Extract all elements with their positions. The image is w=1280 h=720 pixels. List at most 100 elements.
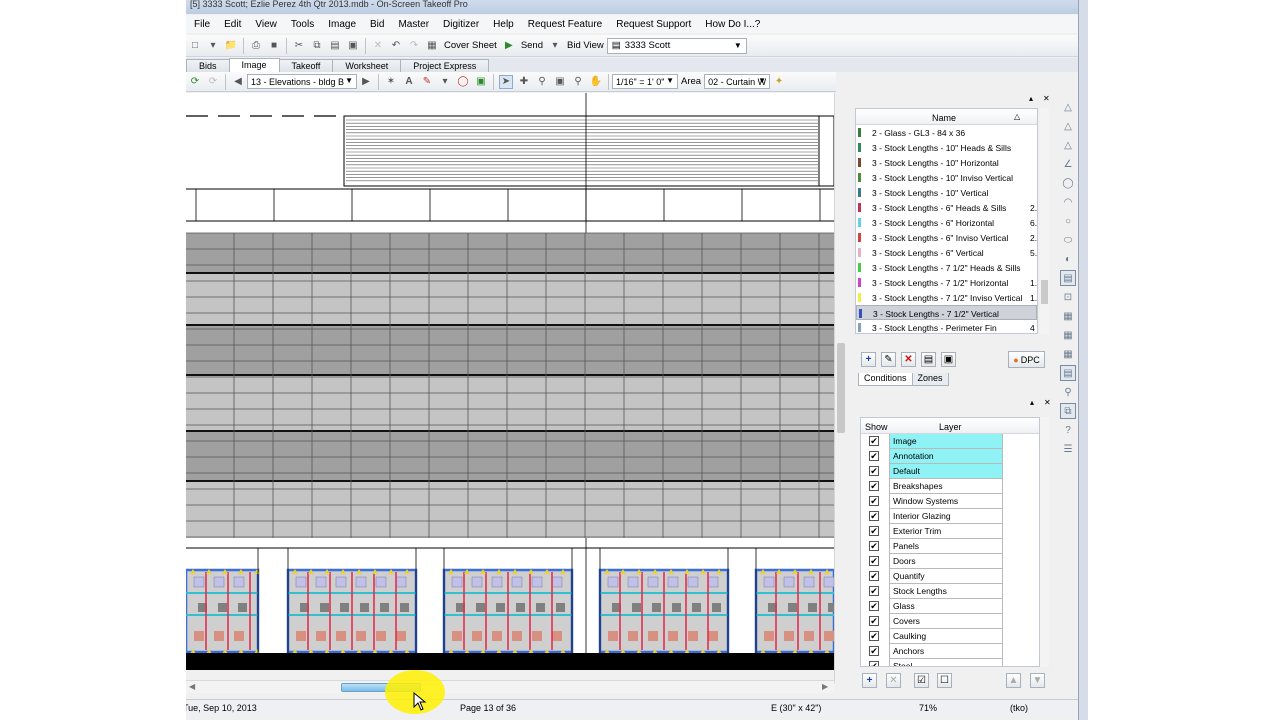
area-select[interactable]: 02 - Curtain W ▼ <box>704 74 771 89</box>
scroll-right-icon[interactable]: ▶ <box>822 682 828 691</box>
layer-visible-checkbox[interactable]: ✔ <box>869 541 879 551</box>
split-tool-icon[interactable]: ◐ <box>1060 251 1076 267</box>
canvas-vertical-scrollbar[interactable] <box>834 93 846 683</box>
condition-row[interactable]: 3 - Stock Lengths - 6" Vertical 5. <box>856 245 1037 260</box>
crop-tool-icon[interactable]: ⊡ <box>1060 289 1076 305</box>
page-select[interactable]: 13 - Elevations - bldg B ▼ <box>247 74 357 89</box>
undo-icon[interactable]: ↶ <box>389 39 403 53</box>
scroll-thumb[interactable] <box>1041 280 1048 304</box>
cover-sheet-button[interactable]: Cover Sheet <box>444 40 497 51</box>
condition-row[interactable]: 3 - Stock Lengths - Perimeter Fin 4 <box>856 320 1037 333</box>
layer-row[interactable]: ✔ Breakshapes <box>861 479 1039 494</box>
panel-tool-icon[interactable]: ▤ <box>1060 270 1076 286</box>
paste-icon[interactable]: ▤ <box>328 39 342 53</box>
layer-visible-checkbox[interactable]: ✔ <box>869 646 879 656</box>
delete-icon[interactable]: ✕ <box>371 39 385 53</box>
layer-row[interactable]: ✔ Image <box>861 434 1039 449</box>
layer-row[interactable]: ✔ Default <box>861 464 1039 479</box>
condition-row[interactable]: 2 - Glass - GL3 - 84 x 36 <box>856 125 1037 140</box>
condition-row[interactable]: 3 - Stock Lengths - 6" Heads & Sills 2. <box>856 200 1037 215</box>
arc-tool-icon[interactable]: ◠ <box>1060 194 1076 210</box>
grid-tool-icon[interactable]: ▦ <box>1060 308 1076 324</box>
layer-row[interactable]: ✔ Glass <box>861 599 1039 614</box>
refresh-icon[interactable]: ⟳ <box>188 75 202 89</box>
menu-bid[interactable]: Bid <box>363 19 391 30</box>
stop-icon[interactable]: ⟳ <box>206 75 220 89</box>
layers-scrollbar[interactable] <box>1040 417 1049 667</box>
circle-tool-icon[interactable]: ○ <box>1060 213 1076 229</box>
layer-visible-checkbox[interactable]: ✔ <box>869 436 879 446</box>
annotation-tools-icon[interactable]: ✶ <box>384 75 398 89</box>
layer-row[interactable]: ✔ Doors <box>861 554 1039 569</box>
new-icon[interactable]: □ <box>188 39 202 53</box>
scroll-left-icon[interactable]: ◀ <box>189 682 195 691</box>
scale-tool-icon[interactable]: ▦ <box>1060 346 1076 362</box>
measure-count-icon[interactable]: △ <box>1060 137 1076 153</box>
help-icon[interactable]: ? <box>1060 422 1076 438</box>
layer-visible-checkbox[interactable]: ✔ <box>869 601 879 611</box>
condition-row[interactable]: 3 - Stock Lengths - 10" Heads & Sills <box>856 140 1037 155</box>
print-icon[interactable]: ⎙ <box>249 39 263 53</box>
pin-icon[interactable]: ▴ <box>1029 94 1033 103</box>
drawing-canvas[interactable] <box>186 93 834 670</box>
canvas-horizontal-scrollbar[interactable]: ◀ ▶ <box>186 680 834 693</box>
send-icon[interactable]: ▶ <box>502 39 516 53</box>
layer-visible-checkbox[interactable]: ✔ <box>869 466 879 476</box>
layer-visible-checkbox[interactable]: ✔ <box>869 631 879 641</box>
layer-visible-checkbox[interactable]: ✔ <box>869 451 879 461</box>
redo-icon[interactable]: ↷ <box>407 39 421 53</box>
layer-row[interactable]: ✔ Interior Glazing <box>861 509 1039 524</box>
hotlink-icon[interactable]: ▣ <box>474 75 488 89</box>
crosshair-icon[interactable]: ✚ <box>517 75 531 89</box>
layer-visible-checkbox[interactable]: ✔ <box>869 661 879 666</box>
menu-tools[interactable]: Tools <box>284 19 321 30</box>
layer-row[interactable]: ✔ Annotation <box>861 449 1039 464</box>
paste-special-icon[interactable]: ▣ <box>346 39 360 53</box>
search-tool-icon[interactable]: ⚲ <box>1060 384 1076 400</box>
zoom-fit-icon[interactable]: ▣ <box>553 75 567 89</box>
layer-row[interactable]: ✔ Caulking <box>861 629 1039 644</box>
dpc-button[interactable]: ● DPC <box>1008 351 1045 368</box>
layer-visible-checkbox[interactable]: ✔ <box>869 556 879 566</box>
layers-toggle-icon[interactable]: ▤ <box>1060 365 1076 381</box>
menu-edit[interactable]: Edit <box>217 19 248 30</box>
move-up-button[interactable]: ▲ <box>1006 673 1021 688</box>
tab-project-express[interactable]: Project Express <box>400 59 490 72</box>
layer-row[interactable]: ✔ Covers <box>861 614 1039 629</box>
move-down-button[interactable]: ▼ <box>1030 673 1045 688</box>
layer-row[interactable]: ✔ Steel <box>861 659 1039 666</box>
layer-visible-checkbox[interactable]: ✔ <box>869 526 879 536</box>
condition-row[interactable]: 3 - Stock Lengths - 7 1/2" Vertical <box>856 305 1037 320</box>
layer-visible-checkbox[interactable]: ✔ <box>869 571 879 581</box>
layer-row[interactable]: ✔ Panels <box>861 539 1039 554</box>
condition-row[interactable]: 3 - Stock Lengths - 7 1/2" Inviso Vertic… <box>856 290 1037 305</box>
conditions-scrollbar[interactable] <box>1040 108 1049 334</box>
layer-row[interactable]: ✔ Anchors <box>861 644 1039 659</box>
layer-row[interactable]: ✔ Stock Lengths <box>861 584 1039 599</box>
print-preview-icon[interactable]: ■ <box>267 39 281 53</box>
close-icon[interactable]: ✕ <box>1043 94 1050 103</box>
next-page-icon[interactable]: ▶ <box>359 75 373 89</box>
condition-row[interactable]: 3 - Stock Lengths - 7 1/2" Horizontal 1. <box>856 275 1037 290</box>
condition-row[interactable]: 3 - Stock Lengths - 10" Vertical <box>856 185 1037 200</box>
dropdown-icon[interactable]: ▾ <box>206 39 220 53</box>
condition-folder-button[interactable]: ▣ <box>941 352 956 367</box>
list-icon[interactable]: ☰ <box>1060 441 1076 457</box>
copy-condition-button[interactable]: ▤ <box>921 352 936 367</box>
menu-how-do-i[interactable]: How Do I...? <box>698 19 767 30</box>
text-tool-icon[interactable]: A <box>402 75 416 89</box>
bid-view-select[interactable]: ▤ 3333 Scott ▼ <box>606 37 747 54</box>
zoom-icon[interactable]: ⚲ <box>535 75 549 89</box>
ellipse-tool-icon[interactable]: ⬭ <box>1060 232 1076 248</box>
send-button[interactable]: Send <box>521 40 543 51</box>
close-icon[interactable]: ✕ <box>1044 398 1051 407</box>
condition-row[interactable]: 3 - Stock Lengths - 10" Inviso Vertical <box>856 170 1037 185</box>
copy-icon[interactable]: ⧉ <box>310 39 324 53</box>
tab-worksheet[interactable]: Worksheet <box>332 59 402 72</box>
menu-image[interactable]: Image <box>321 19 363 30</box>
add-condition-button[interactable]: + <box>861 352 876 367</box>
menu-view[interactable]: View <box>248 19 284 30</box>
open-folder-icon[interactable]: 📁 <box>224 39 238 53</box>
tab-bids[interactable]: Bids <box>186 59 230 72</box>
measure-area-icon[interactable]: △ <box>1060 99 1076 115</box>
